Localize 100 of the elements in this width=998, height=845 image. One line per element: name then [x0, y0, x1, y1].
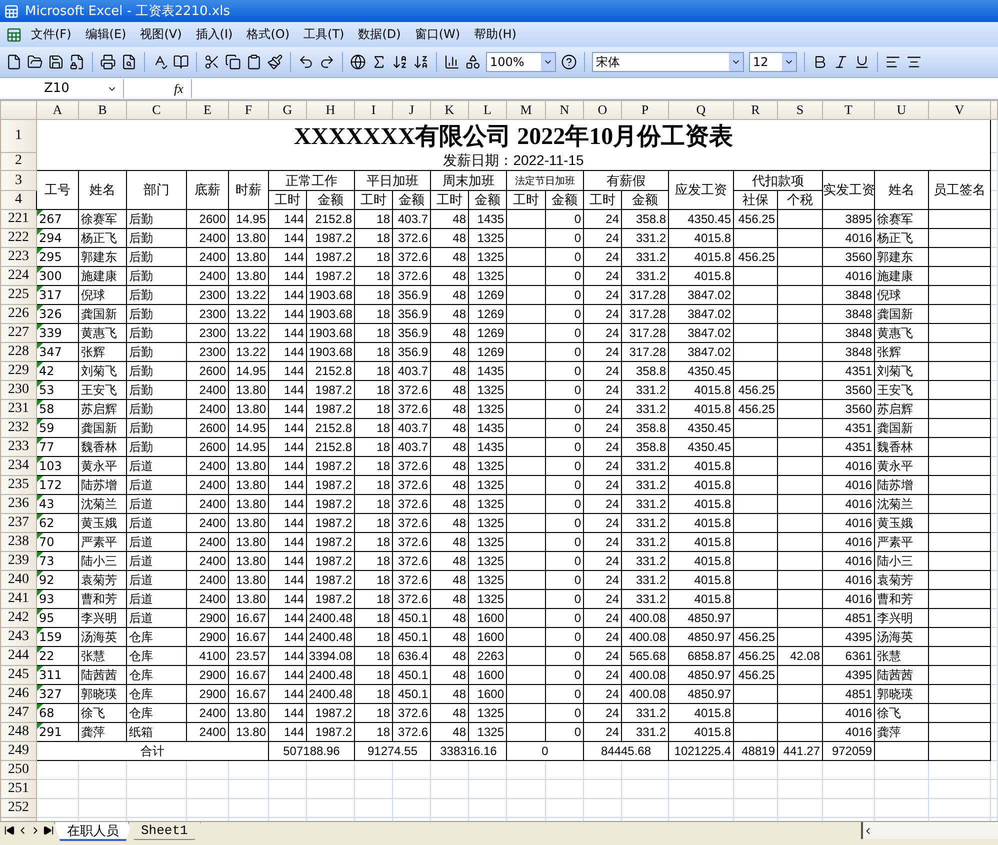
error-flag-icon[interactable] [37, 571, 43, 577]
column-header[interactable]: L [468, 100, 506, 120]
column-header[interactable]: M [506, 100, 546, 120]
row-header[interactable]: 242 [0, 608, 36, 628]
row-header[interactable]: 229 [0, 362, 36, 380]
error-flag-icon[interactable] [37, 666, 43, 672]
error-flag-icon[interactable] [37, 400, 43, 406]
first-sheet-icon[interactable] [4, 825, 15, 836]
column-header[interactable]: S [778, 100, 822, 120]
error-flag-icon[interactable] [37, 552, 43, 558]
error-flag-icon[interactable] [37, 476, 43, 482]
function-label[interactable]: fx [174, 80, 184, 96]
row-header[interactable]: 251 [0, 780, 36, 798]
row-header[interactable]: 231 [0, 400, 36, 418]
column-header[interactable]: E [186, 100, 228, 120]
row-header[interactable]: 249 [0, 742, 36, 760]
error-flag-icon[interactable] [37, 210, 43, 216]
row-header[interactable]: 226 [0, 304, 36, 324]
error-flag-icon[interactable] [37, 685, 43, 691]
column-header[interactable]: F [228, 100, 268, 120]
error-flag-icon[interactable] [37, 438, 43, 444]
font-dropdown[interactable]: 宋体 [592, 52, 744, 72]
error-flag-icon[interactable] [37, 419, 43, 425]
print-preview-icon[interactable] [121, 54, 137, 70]
row-header[interactable]: 241 [0, 590, 36, 608]
row-header[interactable]: 237 [0, 514, 36, 532]
row-header[interactable]: 240 [0, 570, 36, 590]
row-header[interactable]: 250 [0, 760, 36, 780]
row-header[interactable]: 3 [0, 170, 36, 190]
column-header[interactable]: A [36, 100, 78, 120]
workbook-icon[interactable] [6, 26, 22, 42]
undo-icon[interactable] [298, 54, 314, 70]
column-header[interactable]: H [306, 100, 354, 120]
error-flag-icon[interactable] [37, 343, 43, 349]
row-header[interactable]: 247 [0, 704, 36, 722]
error-flag-icon[interactable] [37, 286, 43, 292]
row-header[interactable]: 239 [0, 552, 36, 570]
error-flag-icon[interactable] [37, 647, 43, 653]
row-header[interactable]: 238 [0, 532, 36, 552]
column-header[interactable]: I [354, 100, 392, 120]
row-header[interactable]: 1 [0, 120, 36, 152]
error-flag-icon[interactable] [37, 305, 43, 311]
error-flag-icon[interactable] [37, 457, 43, 463]
row-header[interactable]: 252 [0, 798, 36, 818]
paste-icon[interactable] [246, 54, 262, 70]
folder-icon[interactable] [27, 54, 43, 70]
column-header[interactable]: T [822, 100, 874, 120]
column-header[interactable]: Q [668, 100, 734, 120]
new-file-icon[interactable] [6, 54, 22, 70]
permission-icon[interactable] [69, 54, 85, 70]
menu-item[interactable]: 工具(T) [298, 24, 350, 45]
horizontal-scrollbar[interactable] [861, 822, 998, 839]
cut-icon[interactable] [204, 54, 220, 70]
error-flag-icon[interactable] [37, 704, 43, 710]
row-header[interactable]: 2 [0, 152, 36, 170]
column-header[interactable]: J [392, 100, 430, 120]
error-flag-icon[interactable] [37, 381, 43, 387]
format-painter-icon[interactable] [267, 54, 283, 70]
error-flag-icon[interactable] [37, 609, 43, 615]
row-header[interactable]: 246 [0, 684, 36, 704]
error-flag-icon[interactable] [37, 324, 43, 330]
underline-icon[interactable] [854, 54, 870, 70]
italic-icon[interactable] [833, 54, 849, 70]
menu-item[interactable]: 插入(I) [190, 24, 238, 45]
copy-icon[interactable] [225, 54, 241, 70]
error-flag-icon[interactable] [37, 590, 43, 596]
error-flag-icon[interactable] [37, 628, 43, 634]
row-header[interactable]: 233 [0, 438, 36, 456]
menu-item[interactable]: 编辑(E) [80, 24, 132, 45]
column-header[interactable]: O [584, 100, 622, 120]
row-header[interactable]: 223 [0, 248, 36, 266]
menu-item[interactable]: 文件(F) [26, 24, 76, 45]
column-header[interactable]: G [268, 100, 306, 120]
print-icon[interactable] [100, 54, 116, 70]
row-header[interactable]: 245 [0, 666, 36, 684]
row-header[interactable]: 230 [0, 380, 36, 400]
row-header[interactable]: 225 [0, 286, 36, 304]
sheet-tab[interactable]: 在职人员 [54, 822, 132, 841]
menu-item[interactable]: 格式(O) [242, 24, 295, 45]
row-header[interactable]: 243 [0, 628, 36, 646]
sheet-tab[interactable]: Sheet1 [128, 822, 201, 840]
sort-ascending-icon[interactable] [392, 54, 408, 70]
row-header[interactable]: 248 [0, 722, 36, 742]
save-icon[interactable] [48, 54, 64, 70]
row-header[interactable]: 4 [0, 190, 36, 210]
row-header[interactable]: 228 [0, 342, 36, 362]
column-header[interactable]: P [622, 100, 668, 120]
error-flag-icon[interactable] [37, 514, 43, 520]
help-icon[interactable] [561, 54, 577, 70]
align-left-icon[interactable] [885, 54, 901, 70]
row-header[interactable]: 227 [0, 324, 36, 342]
row-header[interactable]: 232 [0, 418, 36, 438]
menu-item[interactable]: 帮助(H) [469, 24, 522, 45]
column-header[interactable]: R [734, 100, 778, 120]
chart-icon[interactable] [444, 54, 460, 70]
error-flag-icon[interactable] [37, 723, 43, 729]
menu-item[interactable]: 窗口(W) [410, 24, 466, 45]
column-header[interactable]: B [78, 100, 126, 120]
error-flag-icon[interactable] [37, 533, 43, 539]
research-icon[interactable] [173, 54, 189, 70]
